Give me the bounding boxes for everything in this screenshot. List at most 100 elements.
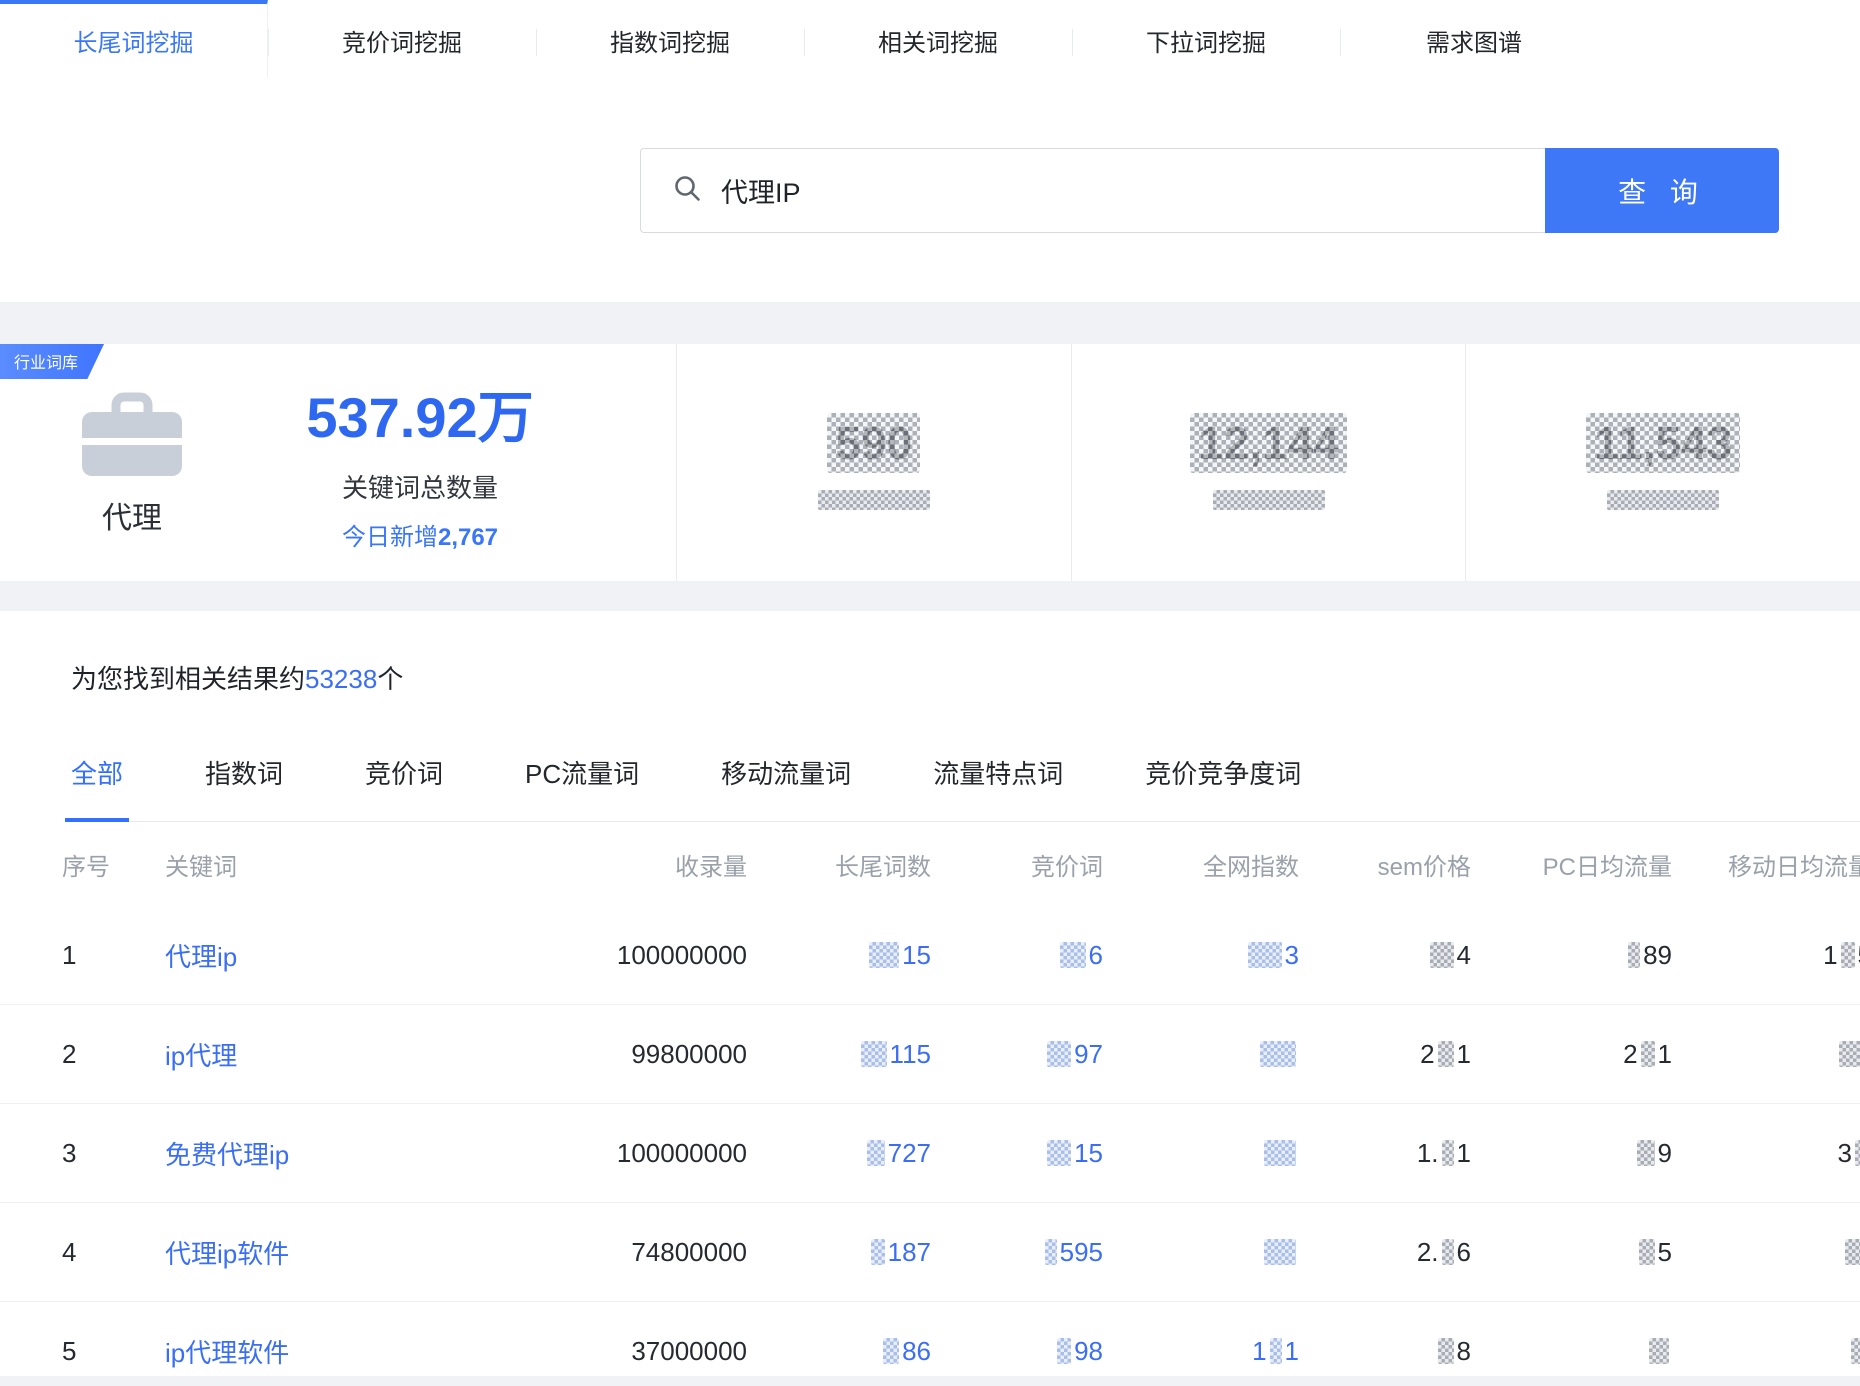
- column-header: 长尾词数: [747, 847, 931, 882]
- summary-suffix: 个: [377, 664, 403, 694]
- keyword-link[interactable]: ip代理: [165, 1041, 237, 1071]
- cell-value: 100000000: [495, 940, 747, 971]
- column-header: 竞价词: [931, 847, 1103, 882]
- cell-value: 187: [747, 1237, 931, 1268]
- censored-blur: [1639, 1239, 1655, 1265]
- table-row: 1代理ip100000000156348915: [0, 906, 1860, 1005]
- cell-value: 89: [1471, 940, 1672, 971]
- cell-value: [1672, 1336, 1860, 1367]
- cell-keyword: ip代理软件: [165, 1333, 495, 1370]
- keyword-link[interactable]: 免费代理ip: [165, 1140, 289, 1170]
- search-input[interactable]: [719, 174, 1483, 207]
- censored-blur: [1442, 1140, 1454, 1166]
- censored-blur: [1637, 1140, 1655, 1166]
- summary-prefix: 为您找到相关结果约: [71, 664, 305, 694]
- cell-value: 86: [747, 1336, 931, 1367]
- table-row: 4代理ip软件748000001875952.65: [0, 1203, 1860, 1302]
- cell-value: 595: [931, 1237, 1103, 1268]
- cell-value: [1103, 1138, 1299, 1169]
- cell-index: 4: [0, 1237, 165, 1268]
- cell-value: 8: [1299, 1336, 1471, 1367]
- results-panel: 为您找到相关结果约53238个 全部 指数词 竞价词 PC流量词 移动流量词 流…: [0, 611, 1860, 1376]
- censored-blur: [1628, 942, 1640, 968]
- censored-blur: [867, 1140, 885, 1166]
- today-new-stat: 今日新增2,767: [184, 517, 656, 552]
- column-header: sem价格: [1299, 847, 1471, 882]
- censored-blur: [1442, 1239, 1454, 1265]
- column-header: 关键词: [165, 847, 495, 882]
- keyword-total-label: 关键词总数量: [184, 468, 656, 505]
- keyword-link[interactable]: 代理ip: [165, 942, 237, 972]
- cell-value: [1672, 1237, 1860, 1268]
- industry-lexicon-badge: 行业词库: [0, 344, 104, 379]
- censored-stat-label: [1213, 490, 1325, 510]
- censored-blur: [1641, 1041, 1655, 1067]
- column-header: 序号: [0, 847, 165, 882]
- censored-blur: [883, 1338, 899, 1364]
- keyword-link[interactable]: 代理ip软件: [165, 1239, 289, 1269]
- keyword-link[interactable]: ip代理软件: [165, 1338, 289, 1368]
- summary-count: 53238: [305, 664, 377, 694]
- cell-index: 3: [0, 1138, 165, 1169]
- filter-bid-words[interactable]: 竞价词: [365, 754, 443, 795]
- cell-index: 5: [0, 1336, 165, 1367]
- keyword-total-value: 537.92万: [184, 373, 656, 454]
- cell-value: 6: [931, 940, 1103, 971]
- today-new-label: 今日新增: [342, 524, 438, 551]
- censored-stat-column: 590: [676, 344, 1071, 581]
- tab-indexword-mining[interactable]: 指数词挖掘: [536, 0, 804, 77]
- results-table-body: 1代理ip1000000001563489152ip代理998000001159…: [71, 906, 1860, 1376]
- filter-all[interactable]: 全部: [71, 754, 123, 795]
- censored-blur: [1248, 942, 1282, 968]
- filter-pc-traffic-words[interactable]: PC流量词: [525, 754, 639, 795]
- cell-value: 115: [747, 1039, 931, 1070]
- censored-stat-label: [1607, 490, 1719, 510]
- censored-blur: [1438, 1041, 1454, 1067]
- cell-value: 15: [931, 1138, 1103, 1169]
- tab-demand-graph[interactable]: 需求图谱: [1340, 0, 1608, 77]
- censored-blur: [1839, 1041, 1860, 1067]
- filter-mobile-traffic-words[interactable]: 移动流量词: [721, 754, 851, 795]
- cell-value: 5: [1471, 1237, 1672, 1268]
- censored-blur: [1438, 1338, 1454, 1364]
- filter-index-words[interactable]: 指数词: [205, 754, 283, 795]
- tab-relatedword-mining[interactable]: 相关词挖掘: [804, 0, 1072, 77]
- filter-traffic-feature-words[interactable]: 流量特点词: [933, 754, 1063, 795]
- cell-keyword: 免费代理ip: [165, 1135, 495, 1172]
- cell-keyword: ip代理: [165, 1036, 495, 1073]
- censored-blur: [1060, 942, 1086, 968]
- censored-blur: [1047, 1041, 1071, 1067]
- cell-value: 100000000: [495, 1138, 747, 1169]
- column-header: PC日均流量: [1471, 847, 1672, 882]
- industry-primary-column: 代理 537.92万 关键词总数量 今日新增2,767: [0, 344, 676, 581]
- censored-blur: [871, 1239, 885, 1265]
- cell-value: [1672, 1039, 1860, 1070]
- censored-blur: [861, 1041, 887, 1067]
- cell-value: 15: [747, 940, 931, 971]
- cell-value: 37000000: [495, 1336, 747, 1367]
- tab-bidword-mining[interactable]: 竞价词挖掘: [268, 0, 536, 77]
- query-button[interactable]: 查 询: [1545, 148, 1779, 233]
- filter-bid-competition-words[interactable]: 竞价竞争度词: [1145, 754, 1301, 795]
- search-box[interactable]: [640, 148, 1545, 233]
- table-row: 2ip代理99800000115972121: [0, 1005, 1860, 1104]
- cell-keyword: 代理ip: [165, 937, 495, 974]
- top-panel: 长尾词挖掘 竞价词挖掘 指数词挖掘 相关词挖掘 下拉词挖掘 需求图谱 查 询: [0, 0, 1860, 302]
- cell-value: [1471, 1336, 1672, 1367]
- cell-value: 2.6: [1299, 1237, 1471, 1268]
- censored-blur: [1260, 1041, 1296, 1067]
- tab-dropdownword-mining[interactable]: 下拉词挖掘: [1072, 0, 1340, 77]
- table-row: 3免费代理ip100000000727151.193: [0, 1104, 1860, 1203]
- cell-value: 3: [1672, 1138, 1860, 1169]
- cell-value: 15: [1672, 940, 1860, 971]
- results-summary: 为您找到相关结果约53238个: [71, 659, 1860, 696]
- today-new-value: 2,767: [438, 524, 498, 551]
- cell-value: 9: [1471, 1138, 1672, 1169]
- result-filter-tabs: 全部 指数词 竞价词 PC流量词 移动流量词 流量特点词 竞价竞争度词: [71, 754, 1860, 822]
- cell-value: 21: [1471, 1039, 1672, 1070]
- censored-blur: [1057, 1338, 1071, 1364]
- industry-identity: 代理: [80, 388, 184, 537]
- censored-stat-value: 11,543: [1594, 416, 1732, 470]
- censored-blur: [1851, 1338, 1860, 1364]
- tab-longtail-mining[interactable]: 长尾词挖掘: [0, 0, 268, 77]
